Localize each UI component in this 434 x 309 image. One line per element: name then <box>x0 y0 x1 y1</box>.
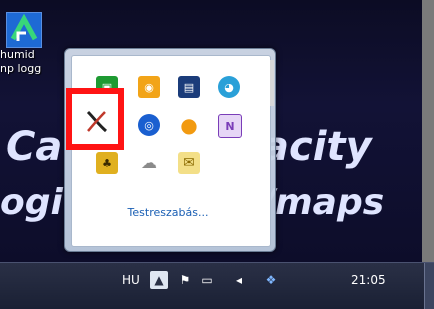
cloud-icon: ☁ <box>141 153 157 172</box>
tray-icon-8[interactable]: N <box>218 114 242 138</box>
highlighted-tray-icon[interactable] <box>66 88 124 150</box>
yellow-app-icon: ♣ <box>102 156 112 170</box>
network-icon[interactable]: ▭ <box>198 271 216 289</box>
desktop-shortcut-label-line1: humid <box>0 48 35 61</box>
monitor-app-icon: ▤ <box>183 80 195 94</box>
envelope-icon: ✉ <box>183 155 195 171</box>
volume-icon[interactable]: ◂ <box>230 271 248 289</box>
onenote-icon: N <box>225 119 235 133</box>
desktop-shortcut-label: humid np logg <box>0 48 62 76</box>
desktop-shortcut-label-line2: np logg <box>0 62 42 75</box>
tray-icon-6[interactable]: ◎ <box>138 114 160 136</box>
shortcut-arrow-icon <box>10 13 38 41</box>
background-text-fragment: acity <box>262 124 372 170</box>
tray-icon-4[interactable]: ◕ <box>218 76 240 98</box>
orange-circle-icon: ● <box>180 113 198 137</box>
tray-icon-3[interactable]: ▤ <box>178 76 200 98</box>
globe-app-icon: ◕ <box>224 80 234 94</box>
background-text-fragment: ogi <box>0 182 63 223</box>
orange-app-icon: ◉ <box>144 80 154 94</box>
language-indicator[interactable]: HU <box>122 273 140 287</box>
background-text-fragment: /maps <box>262 182 385 223</box>
blue-circle-icon: ◎ <box>144 118 154 132</box>
tray-icon-2[interactable]: ◉ <box>138 76 160 98</box>
desktop-shortcut-icon[interactable] <box>6 12 42 48</box>
popup-scrollbar[interactable] <box>270 60 274 106</box>
taskbar: HU ▲ ⚑ ▭ ◂ ❖ 21:05 <box>0 262 434 309</box>
action-center-flag-icon[interactable]: ⚑ <box>176 271 194 289</box>
background-text-fragment: Ca <box>6 124 63 170</box>
xming-x-icon <box>86 110 107 133</box>
tray-icon-11[interactable]: ✉ <box>178 152 200 174</box>
customize-link[interactable]: Testreszabás... <box>98 206 238 222</box>
dropbox-icon[interactable]: ❖ <box>262 271 280 289</box>
tray-icon-9[interactable]: ♣ <box>96 152 118 174</box>
clock[interactable]: 21:05 <box>351 273 386 287</box>
tray-icon-7[interactable]: ● <box>178 114 200 136</box>
tray-icon-10[interactable]: ☁ <box>138 152 160 174</box>
show-hidden-icons-button[interactable]: ▲ <box>150 271 168 289</box>
right-window-edge <box>422 0 434 262</box>
show-desktop-button[interactable] <box>424 263 434 309</box>
